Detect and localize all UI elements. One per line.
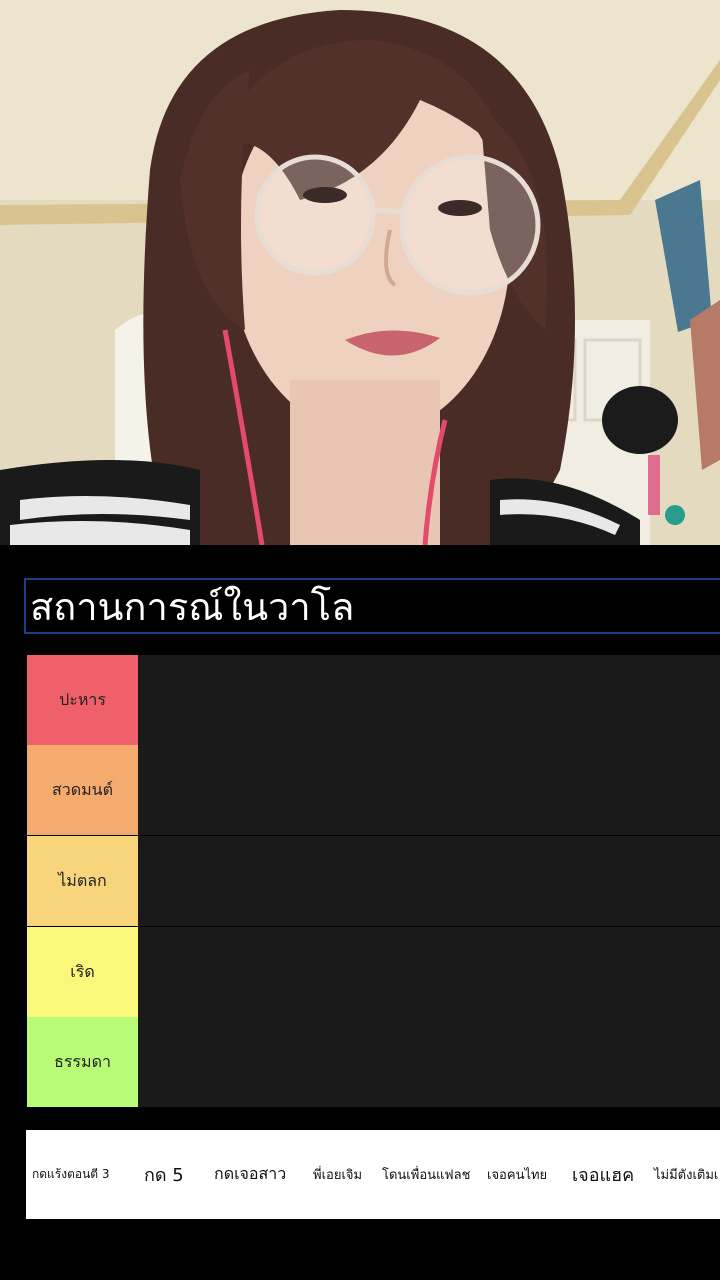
tier-label: ธรรมดา [27, 1017, 138, 1107]
tier-list-title-bar: สถานการณ์ในวาโล [24, 578, 720, 634]
tier-drop-zone[interactable] [139, 655, 720, 745]
screen: สถานการณ์ในวาโล ปะหาร สวดมนต์ ไม่ตลก เริ… [0, 0, 720, 1280]
tray-item[interactable]: กด 5 [144, 1130, 184, 1219]
tray-item[interactable]: กดแร้งตอนตี 3 [32, 1130, 110, 1219]
tier-row: เริด [27, 927, 720, 1017]
tier-label: เริด [27, 927, 138, 1017]
tier-row: ไม่ตลก [27, 836, 720, 926]
items-tray: กดแร้งตอนตี 3 กด 5 กดเจอสาว พี่เอยเจิม โ… [26, 1130, 720, 1219]
tray-item[interactable]: พี่เอยเจิม [313, 1130, 362, 1219]
tray-item[interactable]: โดนเพื่อนแฟลช [382, 1130, 470, 1219]
tray-item[interactable]: กดเจอสาว [214, 1130, 286, 1219]
tier-drop-zone[interactable] [139, 1017, 720, 1107]
tier-label: สวดมนต์ [27, 745, 138, 835]
tier-drop-zone[interactable] [139, 836, 720, 926]
tray-item[interactable]: เจอคนไทย [487, 1130, 547, 1219]
tray-item[interactable]: ไม่มีตังเติมเ [654, 1130, 718, 1219]
tier-table: ปะหาร สวดมนต์ ไม่ตลก เริด ธรรมดา [27, 655, 720, 1107]
tier-drop-zone[interactable] [139, 927, 720, 1017]
tier-list-title: สถานการณ์ในวาโล [30, 585, 355, 629]
tier-row: สวดมนต์ [27, 745, 720, 835]
tier-row: ธรรมดา [27, 1017, 720, 1107]
webcam-feed [0, 0, 720, 545]
tray-item[interactable]: เจอแฮค [572, 1130, 634, 1219]
tier-drop-zone[interactable] [139, 745, 720, 835]
tier-label: ไม่ตลก [27, 836, 138, 926]
webcam-image [0, 0, 720, 545]
tier-row: ปะหาร [27, 655, 720, 745]
tier-label: ปะหาร [27, 655, 138, 745]
